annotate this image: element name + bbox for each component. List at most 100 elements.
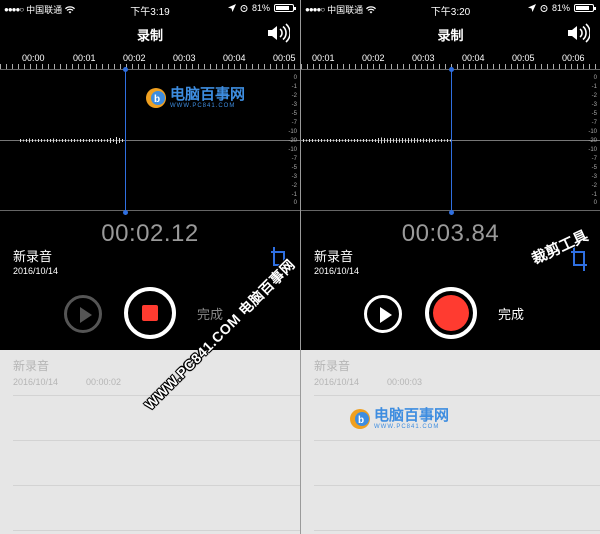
db-label: -7 — [591, 120, 597, 126]
timeline-ruler[interactable]: 00:00 00:01 00:02 00:03 00:04 00:05 — [0, 50, 300, 70]
db-label: -3 — [291, 102, 297, 108]
db-label: -1 — [591, 192, 597, 198]
db-scale: 0 -1 -2 -3 -5 -7 -10 -20 -10 -7 -5 -3 -2… — [581, 75, 597, 206]
list-item-duration: 00:00:02 — [86, 377, 122, 387]
db-label: -2 — [591, 183, 597, 189]
site-url: WWW.PC841.COM — [170, 103, 236, 109]
status-bar: ●●●●○ 中国联通 下午3:19 81% — [0, 0, 300, 18]
page-title: 录制 — [136, 28, 163, 43]
recording-name[interactable]: 新录音 — [314, 246, 353, 265]
site-logo-icon: b — [350, 409, 370, 429]
list-item-name: 新录音 — [314, 359, 351, 373]
play-icon — [380, 307, 392, 323]
db-label: -7 — [291, 120, 297, 126]
location-icon — [527, 4, 536, 12]
done-button[interactable]: 完成 — [498, 304, 524, 323]
site-logo-icon: b — [146, 88, 166, 108]
battery-percent: 81% — [551, 3, 570, 13]
tick-label: 00:01 — [73, 53, 96, 63]
tick-label: 00:00 — [22, 53, 45, 63]
recording-date: 2016/10/14 — [13, 266, 59, 276]
tick-label: 00:03 — [173, 53, 196, 63]
waveform-area[interactable]: 0 -1 -2 -3 -5 -7 -10 -20 -10 -7 -5 -3 -2… — [0, 67, 300, 215]
location-icon — [227, 4, 236, 12]
recording-name[interactable]: 新录音 — [13, 246, 52, 265]
list-separator — [314, 440, 600, 441]
list-separator — [13, 530, 300, 531]
battery-percent: 81% — [251, 3, 270, 13]
db-label: -7 — [291, 156, 297, 162]
tick-label: 00:04 — [223, 53, 246, 63]
record-button[interactable] — [425, 287, 477, 339]
db-label: -3 — [591, 102, 597, 108]
db-label: -5 — [291, 111, 297, 117]
right-screen: ●●●●○ 中国联通 下午3:20 81% 录制 00:01 00:02 00:… — [301, 0, 600, 534]
tick-marks — [0, 64, 300, 69]
site-name: 电脑百事网 — [170, 86, 246, 103]
db-label: 0 — [593, 75, 597, 81]
tick-label: 00:04 — [462, 53, 485, 63]
tick-label: 00:05 — [273, 53, 296, 63]
site-watermark: b 电脑百事网 WWW.PC841.COM — [349, 408, 449, 430]
stop-record-button[interactable] — [124, 287, 176, 339]
battery-icon — [274, 4, 296, 12]
tick-label: 00:02 — [123, 53, 146, 63]
tick-label: 00:03 — [412, 53, 435, 63]
svg-text:b: b — [154, 94, 160, 105]
waveform — [303, 137, 451, 144]
page-title: 录制 — [437, 28, 464, 43]
tick-label: 00:02 — [362, 53, 385, 63]
svg-text:b: b — [358, 415, 364, 426]
record-icon — [433, 295, 469, 331]
list-item-name: 新录音 — [13, 359, 50, 373]
db-label: 0 — [293, 200, 297, 206]
waveform-area[interactable]: 0 -1 -2 -3 -5 -7 -10 -20 -10 -7 -5 -3 -2… — [301, 67, 600, 215]
db-label: -5 — [291, 165, 297, 171]
db-label: -5 — [591, 165, 597, 171]
db-label: -20 — [588, 138, 597, 144]
playhead[interactable] — [449, 67, 454, 215]
db-label: 0 — [593, 200, 597, 206]
db-label: -1 — [591, 84, 597, 90]
speaker-icon[interactable] — [266, 23, 290, 43]
list-item-duration: 00:00:03 — [387, 377, 423, 387]
recordings-list: 新录音 2016/10/14 00:00:02 — [0, 350, 300, 534]
db-label: 0 — [293, 75, 297, 81]
db-label: -2 — [291, 93, 297, 99]
db-label: -2 — [291, 183, 297, 189]
stop-icon — [142, 305, 158, 321]
list-separator — [13, 440, 300, 441]
tick-label: 00:01 — [312, 53, 335, 63]
play-button[interactable] — [364, 295, 402, 333]
left-screen: ●●●●○ 中国联通 下午3:19 81% 录制 00:00 00:01 00:… — [0, 0, 300, 534]
db-label: -2 — [591, 93, 597, 99]
tick-label: 00:05 — [512, 53, 535, 63]
list-separator — [314, 530, 600, 531]
db-label: -3 — [291, 174, 297, 180]
playhead[interactable] — [123, 67, 128, 215]
recordings-list: 新录音 2016/10/14 00:00:03 b 电脑百事网 WWW.PC84… — [301, 350, 600, 534]
db-label: -7 — [591, 156, 597, 162]
list-item-date: 2016/10/14 — [314, 377, 360, 387]
speaker-icon[interactable] — [566, 23, 590, 43]
db-label: -10 — [288, 147, 297, 153]
db-label: -10 — [588, 147, 597, 153]
db-label: -3 — [591, 174, 597, 180]
db-label: -1 — [291, 192, 297, 198]
site-name: 电脑百事网 — [374, 407, 450, 424]
alarm-icon — [240, 5, 248, 12]
site-watermark: b 电脑百事网 WWW.PC841.COM — [145, 87, 245, 109]
list-separator — [314, 485, 600, 486]
list-separator — [314, 395, 600, 396]
recording-date: 2016/10/14 — [314, 266, 360, 276]
db-label: -1 — [291, 84, 297, 90]
db-label: -5 — [591, 111, 597, 117]
list-item-date: 2016/10/14 — [13, 377, 59, 387]
play-button[interactable] — [64, 295, 102, 333]
elapsed-time: 00:02.12 — [101, 220, 199, 247]
site-url: WWW.PC841.COM — [374, 424, 440, 430]
play-icon — [80, 307, 92, 323]
db-label: -10 — [588, 129, 597, 135]
db-label: -10 — [288, 129, 297, 135]
db-scale: 0 -1 -2 -3 -5 -7 -10 -20 -10 -7 -5 -3 -2… — [281, 75, 297, 206]
